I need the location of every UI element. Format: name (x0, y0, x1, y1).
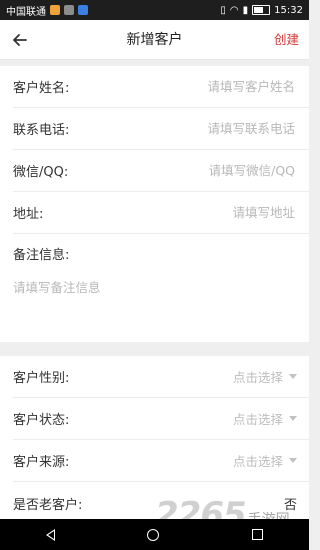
phone-row: 联系电话: (13, 108, 309, 150)
status-row[interactable]: 客户状态: 点击选择 (13, 398, 309, 440)
name-input[interactable] (143, 78, 297, 95)
phone-label: 联系电话: (13, 123, 70, 138)
nav-back-icon[interactable] (46, 528, 56, 541)
name-label: 客户姓名: (13, 81, 70, 96)
source-row[interactable]: 客户来源: 点击选择 (13, 440, 309, 482)
old-customer-value[interactable]: 否 (284, 494, 297, 513)
gender-value: 点击选择 (232, 370, 283, 385)
wechat-input[interactable] (143, 162, 297, 179)
notification-app-icon (78, 5, 88, 15)
address-input[interactable] (143, 204, 297, 221)
old-customer-label: 是否老客户: (13, 497, 83, 513)
source-select[interactable]: 点击选择 (233, 451, 297, 470)
customer-info-section: 客户姓名: 联系电话: 微信/QQ: 地址: 备注信息: (0, 66, 309, 342)
status-bar: 中国联通 ▯ ◠ ▮ 15:32 (0, 0, 309, 20)
notes-label: 备注信息: (13, 248, 70, 263)
wechat-label: 微信/QQ: (13, 165, 69, 180)
phone-input[interactable] (143, 120, 297, 137)
notes-block: 备注信息: (13, 234, 309, 337)
status-select[interactable]: 点击选择 (233, 409, 297, 428)
clock: 15:32 (274, 4, 303, 16)
old-customer-row[interactable]: 是否老客户: 否 (13, 482, 309, 524)
status-left: 中国联通 (6, 3, 88, 18)
notes-textarea[interactable] (13, 277, 283, 337)
notification-app-icon (50, 5, 60, 15)
status-right: ▯ ◠ ▮ 15:32 (220, 5, 303, 16)
system-nav-bar (0, 519, 309, 550)
status-label: 客户状态: (13, 413, 70, 428)
status-value: 点击选择 (232, 412, 283, 427)
source-label: 客户来源: (13, 455, 70, 470)
create-button[interactable]: 创建 (274, 20, 299, 60)
title-bar: 新增客户 创建 (0, 20, 309, 60)
caret-down-icon (289, 374, 297, 379)
page-title: 新增客户 (126, 32, 183, 48)
wifi-icon: ◠ (229, 4, 239, 16)
gender-row[interactable]: 客户性别: 点击选择 (13, 356, 309, 398)
address-label: 地址: (13, 207, 44, 222)
nav-home-icon[interactable] (147, 528, 160, 541)
customer-select-section: 客户性别: 点击选择 客户状态: 点击选择 客户来源: 点击选择 是否老客户: … (0, 356, 309, 519)
vibrate-icon: ▯ (220, 4, 226, 16)
caret-down-icon (289, 416, 297, 421)
gender-select[interactable]: 点击选择 (233, 367, 297, 386)
carrier-label: 中国联通 (6, 6, 46, 18)
battery-icon (252, 5, 271, 15)
name-row: 客户姓名: (13, 66, 309, 108)
nav-recent-icon[interactable] (251, 529, 263, 540)
source-value: 点击选择 (232, 454, 283, 469)
gender-label: 客户性别: (13, 371, 70, 386)
notification-app-icon (64, 5, 74, 15)
wechat-row: 微信/QQ: (13, 150, 309, 192)
address-row: 地址: (13, 192, 309, 234)
signal-icon: ▮ (242, 4, 249, 16)
caret-down-icon (289, 458, 297, 463)
